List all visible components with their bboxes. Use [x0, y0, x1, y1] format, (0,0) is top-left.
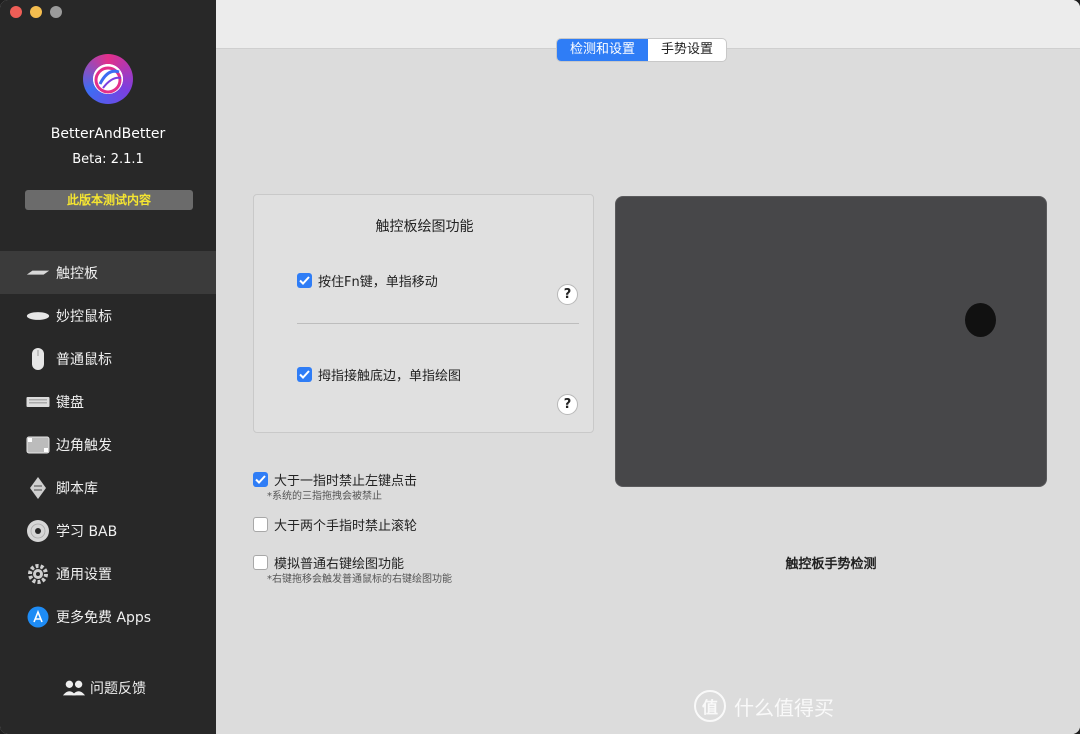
sidebar-item-trackpad[interactable]: 触控板 [0, 251, 216, 294]
trackpad-caption: 触控板手势检测 [785, 557, 877, 572]
keyboard-icon [26, 391, 50, 413]
sidebar-item-script[interactable]: 脚本库 [0, 466, 216, 509]
window-controls [10, 6, 62, 18]
trackpad-preview[interactable] [615, 196, 1047, 487]
sidebar-item-label: 更多免费 Apps [56, 609, 152, 626]
thumb-draw-label: 拇指接触底边，单指绘图 [318, 369, 462, 384]
checkmark-icon [299, 276, 310, 285]
sidebar-item-label: 键盘 [56, 394, 84, 411]
touch-point [965, 303, 996, 337]
gear-icon [26, 563, 50, 585]
feedback-label: 问题反馈 [90, 681, 146, 697]
disable-scroll-label: 大于两个手指时禁止滚轮 [274, 519, 418, 534]
disc-icon [26, 519, 50, 542]
tab-gesture-settings[interactable]: 手势设置 [648, 39, 726, 61]
disable-left-click-checkbox[interactable] [253, 472, 268, 487]
watermark-logo: 值 [694, 690, 726, 722]
watermark-text: 什么值得买 [734, 695, 834, 720]
users-icon [62, 677, 86, 699]
app-logo [83, 54, 133, 104]
app-store-icon [26, 606, 50, 628]
trackpad-icon [26, 262, 50, 284]
minimize-window-button[interactable] [30, 6, 42, 18]
fn-move-label: 按住Fn键，单指移动 [318, 275, 438, 290]
magic-mouse-icon [26, 305, 50, 327]
tab-control: 检测和设置 手势设置 [557, 39, 727, 61]
sidebar-item-hot-corner[interactable]: 边角触发 [0, 423, 216, 466]
sidebar-nav: 触控板 妙控鼠标 普通鼠标 键盘 边角触发 脚本库 学习 BAB 通用设置 更多… [0, 251, 216, 638]
watermark: 值 什么值得买 [694, 690, 834, 722]
checkmark-icon [299, 370, 310, 379]
sidebar-item-label: 妙控鼠标 [56, 308, 112, 325]
app-window: BetterAndBetter Beta: 2.1.1 此版本测试内容 触控板 … [0, 0, 1080, 734]
mouse-icon [26, 347, 50, 370]
panel-title: 触控板绘图功能 [375, 219, 474, 235]
hot-corner-icon [26, 434, 50, 456]
disable-left-click-note: *系统的三指拖拽会被禁止 [267, 491, 382, 502]
right-draw-checkbox[interactable] [253, 555, 268, 570]
sidebar-item-label: 学习 BAB [56, 523, 118, 540]
sidebar-item-label: 通用设置 [56, 566, 112, 583]
beta-badge[interactable]: 此版本测试内容 [25, 190, 193, 210]
sidebar-item-label: 边角触发 [56, 437, 112, 454]
fn-move-option[interactable]: 按住Fn键，单指移动 [297, 271, 438, 290]
help-button[interactable]: ? [557, 284, 578, 305]
checkmark-icon [255, 475, 266, 484]
disable-scroll-checkbox[interactable] [253, 517, 268, 532]
thumb-draw-checkbox[interactable] [297, 367, 312, 382]
sidebar-item-label: 触控板 [56, 265, 98, 282]
panel-divider [297, 323, 579, 324]
sidebar-item-mouse[interactable]: 普通鼠标 [0, 337, 216, 380]
script-icon [26, 476, 50, 499]
thumb-draw-option[interactable]: 拇指接触底边，单指绘图 [297, 365, 461, 384]
sidebar-item-general-settings[interactable]: 通用设置 [0, 552, 216, 595]
right-draw-note: *右键拖移会触发普通鼠标的右键绘图功能 [267, 574, 452, 585]
main-content: 检测和设置 手势设置 触控板绘图功能 按住Fn键，单指移动 ? 拇指接触底边，单… [216, 0, 1080, 734]
sidebar-item-learn[interactable]: 学习 BAB [0, 509, 216, 552]
sidebar-item-label: 脚本库 [56, 480, 98, 497]
zoom-window-button[interactable] [50, 6, 62, 18]
sidebar-item-label: 普通鼠标 [56, 351, 112, 368]
app-version: Beta: 2.1.1 [72, 152, 144, 167]
sidebar-item-more-apps[interactable]: 更多免费 Apps [0, 595, 216, 638]
sidebar-item-magic-mouse[interactable]: 妙控鼠标 [0, 294, 216, 337]
feedback-link[interactable]: 问题反馈 [62, 677, 146, 699]
app-name: BetterAndBetter [50, 126, 166, 142]
disable-scroll-option[interactable]: 大于两个手指时禁止滚轮 [253, 515, 417, 534]
tab-detect-settings[interactable]: 检测和设置 [557, 39, 649, 61]
sidebar: BetterAndBetter Beta: 2.1.1 此版本测试内容 触控板 … [0, 0, 216, 734]
drawing-panel: 触控板绘图功能 按住Fn键，单指移动 ? 拇指接触底边，单指绘图 ? [253, 194, 594, 433]
close-window-button[interactable] [10, 6, 22, 18]
help-button[interactable]: ? [557, 394, 578, 415]
fn-move-checkbox[interactable] [297, 273, 312, 288]
sidebar-item-keyboard[interactable]: 键盘 [0, 380, 216, 423]
